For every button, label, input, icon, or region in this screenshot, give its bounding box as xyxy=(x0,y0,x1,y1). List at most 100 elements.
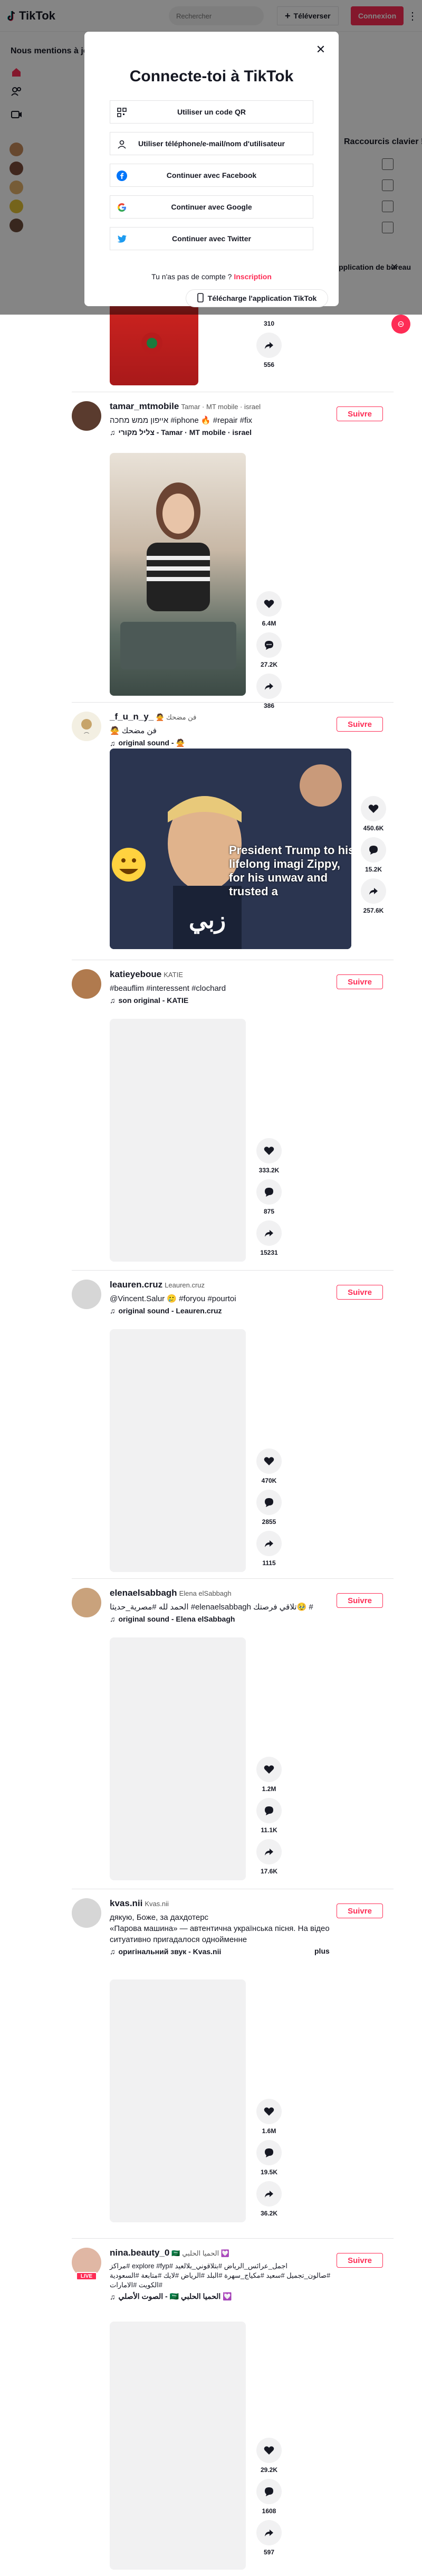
scroll-top-icon[interactable]: ⊖ xyxy=(391,315,410,334)
username[interactable]: nina.beauty_0 xyxy=(110,2248,169,2258)
like-action[interactable]: 29.2K xyxy=(254,2438,284,2474)
post-info: elenaelsabbagh Elena elSabbagh الحمد لله … xyxy=(110,1588,331,1623)
video-player[interactable] xyxy=(110,1329,246,1572)
close-icon[interactable]: ✕ xyxy=(314,43,327,56)
post-info: katieyeboue KATIE #beauflim #interessent … xyxy=(110,969,331,1005)
comment-count: 1608 xyxy=(262,2507,276,2515)
share-action[interactable]: 1115 xyxy=(254,1531,284,1567)
like-action[interactable]: 6.4M xyxy=(254,591,284,627)
video-player[interactable] xyxy=(110,2322,246,2570)
video-player[interactable] xyxy=(110,1637,246,1880)
like-action[interactable]: 470K xyxy=(254,1448,284,1484)
avatar[interactable] xyxy=(72,969,101,999)
video-player[interactable]: President Trump to his lifelong imagi Zi… xyxy=(110,749,351,949)
video-player[interactable] xyxy=(110,1980,246,2222)
comment-action[interactable]: 310 xyxy=(254,320,284,327)
music-link[interactable]: ♫ original sound - 🙅 xyxy=(110,738,331,747)
live-badge[interactable]: LIVE xyxy=(76,2272,97,2280)
comment-action[interactable]: 2855 xyxy=(254,1490,284,1526)
caption: 🙅 فن مضحك xyxy=(110,726,157,735)
music-link[interactable]: ♫ original sound - Leauren.cruz xyxy=(110,1306,331,1315)
username[interactable]: leauren.cruz xyxy=(110,1280,162,1290)
comment-action[interactable]: 875 xyxy=(254,1179,284,1215)
nickname: KATIE xyxy=(164,971,183,979)
login-option-label: Continuer avec Google xyxy=(171,203,252,211)
follow-button[interactable]: Suivre xyxy=(337,406,383,421)
follow-button[interactable]: Suivre xyxy=(337,1593,383,1608)
comment-action[interactable]: 19.5K xyxy=(254,2140,284,2176)
comment-icon xyxy=(256,2140,282,2165)
post-actions: 450.6K 15.2K 257.6K xyxy=(359,796,388,920)
caption: #beauflim #interessent #clochard xyxy=(110,984,226,993)
feed-post: ⌒ _f_u_n_y_ 🙅 فن مضحك 🙅 فن مضحك ♫ original… xyxy=(72,712,394,954)
like-action[interactable]: 1.2M xyxy=(254,1757,284,1793)
music-link[interactable]: ♫ צליל מקורי - Tamar · MT mobile · israel xyxy=(110,428,331,437)
video-player[interactable] xyxy=(110,1019,246,1262)
username[interactable]: kvas.nii xyxy=(110,1898,142,1908)
share-action[interactable]: 36.2K xyxy=(254,2181,284,2217)
music-note-icon: ♫ xyxy=(110,428,116,437)
heart-icon xyxy=(361,796,386,821)
nickname: Leauren.cruz xyxy=(165,1281,205,1289)
follow-button[interactable]: Suivre xyxy=(337,1285,383,1300)
post-info: _f_u_n_y_ 🙅 فن مضحك 🙅 فن مضحك ♫ original s… xyxy=(110,712,331,747)
username[interactable]: _f_u_n_y_ xyxy=(110,712,154,722)
comment-action[interactable]: 27.2K xyxy=(254,632,284,668)
music-link[interactable]: ♫ оригінальний звук - Kvas.nii xyxy=(110,1947,331,1956)
music-note-icon: ♫ xyxy=(110,1306,116,1315)
username[interactable]: tamar_mtmobile xyxy=(110,401,179,411)
signup-link[interactable]: Inscription xyxy=(234,272,272,281)
get-app-button[interactable]: Télécharge l'application TikTok xyxy=(186,289,328,307)
share-icon xyxy=(256,1839,282,1864)
share-action[interactable]: 556 xyxy=(254,333,284,368)
comment-action[interactable]: 11.1K xyxy=(254,1798,284,1834)
avatar[interactable]: ⌒ xyxy=(72,712,101,741)
feed-post: katieyeboue KATIE #beauflim #interessent … xyxy=(72,969,394,1265)
like-action[interactable]: 333.2K xyxy=(254,1138,284,1174)
login-option-phone[interactable]: Utiliser téléphone/e-mail/nom d'utilisat… xyxy=(110,132,313,155)
avatar[interactable] xyxy=(72,1280,101,1309)
follow-button[interactable]: Suivre xyxy=(337,2253,383,2268)
comment-icon xyxy=(256,1798,282,1823)
login-option-twitter[interactable]: Continuer avec Twitter xyxy=(110,227,313,250)
username[interactable]: elenaelsabbagh xyxy=(110,1588,177,1598)
video-player[interactable] xyxy=(110,453,246,696)
see-more-link[interactable]: plus xyxy=(314,1947,330,1955)
music-link[interactable]: ♫ الصوت الأصلي - 🇸🇦 الحميا الحلبي 💟 xyxy=(110,2292,331,2301)
share-icon xyxy=(256,1220,282,1246)
login-option-facebook[interactable]: Continuer avec Facebook xyxy=(110,164,313,187)
like-action[interactable]: 1.6M xyxy=(254,2099,284,2135)
share-count: 386 xyxy=(263,702,275,709)
post-info: nina.beauty_0 🇸🇦 الحميا الحلبي 💟 اجمل_عرا… xyxy=(110,2248,331,2301)
like-count: 470K xyxy=(261,1477,277,1484)
follow-button[interactable]: Suivre xyxy=(337,1903,383,1918)
post-info: leauren.cruz Leauren.cruz @Vincent.Salur … xyxy=(110,1280,331,1315)
username[interactable]: katieyeboue xyxy=(110,969,161,979)
music-link[interactable]: ♫ original sound - Elena elSabbagh xyxy=(110,1615,331,1623)
avatar[interactable] xyxy=(72,401,101,431)
login-option-google[interactable]: Continuer avec Google xyxy=(110,195,313,219)
post-actions: 1.2M 11.1K 17.6K xyxy=(254,1757,284,1880)
comment-count: 875 xyxy=(263,1208,275,1215)
share-action[interactable]: 15231 xyxy=(254,1220,284,1256)
share-action[interactable]: 386 xyxy=(254,674,284,709)
music-note-icon: ♫ xyxy=(110,2292,116,2301)
avatar-image: ⌒ xyxy=(81,719,92,738)
post-actions: 29.2K 1608 597 xyxy=(254,2438,284,2561)
share-action[interactable]: 597 xyxy=(254,2520,284,2556)
share-action[interactable]: 257.6K xyxy=(359,878,388,914)
follow-button[interactable]: Suivre xyxy=(337,717,383,732)
avatar[interactable] xyxy=(72,1898,101,1928)
comment-action[interactable]: 1608 xyxy=(254,2479,284,2515)
comment-icon xyxy=(256,2479,282,2504)
post-actions: 310 556 xyxy=(254,317,284,374)
follow-button[interactable]: Suivre xyxy=(337,974,383,989)
login-option-qr[interactable]: Utiliser un code QR xyxy=(110,100,313,124)
facebook-icon xyxy=(117,171,127,181)
music-link[interactable]: ♫ son original - KATIE xyxy=(110,996,331,1005)
comment-action[interactable]: 15.2K xyxy=(359,837,388,873)
share-action[interactable]: 17.6K xyxy=(254,1839,284,1875)
like-action[interactable]: 450.6K xyxy=(359,796,388,832)
avatar[interactable] xyxy=(72,1588,101,1617)
nickname: 🙅 فن مضحك xyxy=(156,713,197,721)
